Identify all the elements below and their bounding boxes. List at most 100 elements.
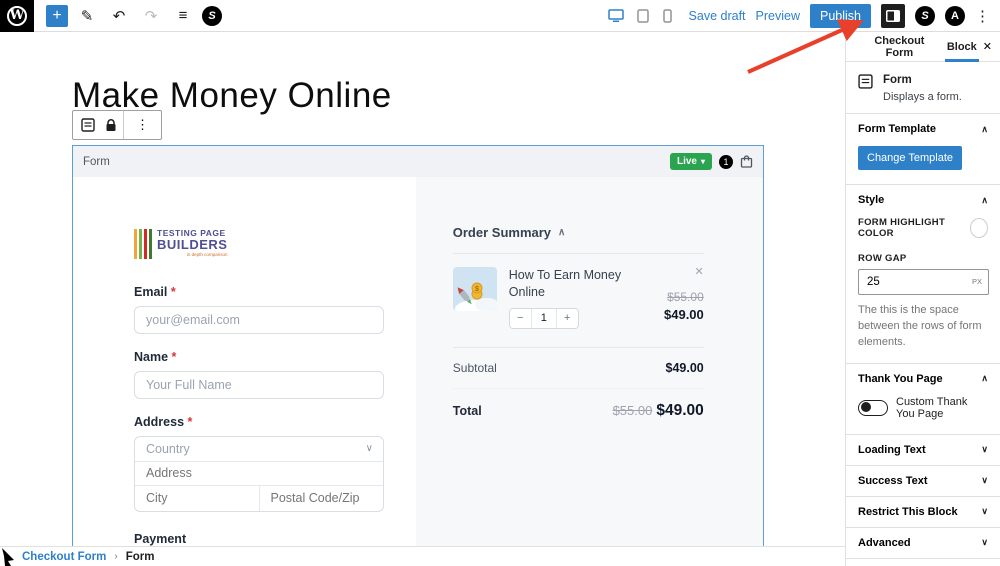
chevron-up-icon: ∧	[981, 194, 988, 205]
row-gap-label: ROW GAP	[858, 253, 907, 264]
quantity-stepper: − 1 +	[508, 307, 579, 329]
section-advanced[interactable]: Advanced ∨	[846, 528, 1000, 558]
required-asterisk: *	[187, 415, 193, 429]
options-menu-icon[interactable]: ⋮	[975, 7, 990, 25]
remove-item-icon[interactable]: ✕	[695, 265, 704, 278]
tab-block[interactable]: Block	[941, 32, 983, 62]
form-block-icon	[858, 74, 873, 103]
chevron-up-icon: ∧	[558, 227, 566, 238]
settings-sidebar-toggle[interactable]	[881, 3, 905, 28]
highlight-color-swatch[interactable]	[969, 218, 988, 238]
chevron-down-icon: ▾	[700, 157, 705, 166]
surecart-settings-icon[interactable]: S	[915, 5, 935, 26]
total-row: Total $55.00 $49.00	[453, 402, 704, 420]
country-select[interactable]: Country ∨	[135, 437, 383, 462]
product-thumbnail: $	[452, 267, 497, 311]
block-card-title: Form	[883, 74, 912, 86]
save-draft-button[interactable]: Save draft	[689, 9, 746, 23]
chevron-up-icon: ∧	[981, 373, 988, 384]
row-gap-input[interactable]	[858, 269, 989, 295]
astra-settings-icon[interactable]: A	[945, 5, 965, 26]
editor-canvas: Make Money Online ⋮ Form Live ▾ 1 TESTIN…	[0, 32, 845, 546]
order-summary-column: Order Summary ∧ $ How To Earn Money Onli…	[415, 177, 763, 546]
address-label: Address *	[134, 415, 193, 429]
change-template-button[interactable]: Change Template	[858, 146, 963, 170]
logo-line2: BUILDERS	[157, 236, 228, 252]
price-current: $49.00	[664, 307, 704, 322]
section-loading-text[interactable]: Loading Text ∨	[846, 435, 1000, 465]
divider	[452, 253, 704, 254]
product-name: How To Earn Money Online	[508, 268, 622, 299]
email-field[interactable]	[134, 306, 384, 334]
required-asterisk: *	[171, 350, 177, 364]
quantity-increase-button[interactable]: +	[556, 308, 578, 328]
form-block[interactable]: Form Live ▾ 1 TESTING PAGE BUILDERS in d…	[72, 145, 764, 546]
cart-icon[interactable]	[740, 155, 753, 168]
total-label: Total	[452, 403, 482, 418]
chevron-down-icon: ∨	[981, 506, 988, 517]
block-inserter-button[interactable]: +	[46, 4, 68, 27]
subtotal-value: $49.00	[665, 360, 704, 375]
postal-code-field[interactable]	[259, 486, 383, 511]
subtotal-row: Subtotal $49.00	[453, 361, 704, 375]
custom-thank-you-toggle[interactable]	[858, 399, 888, 416]
publish-button[interactable]: Publish	[810, 3, 871, 28]
city-field[interactable]	[135, 486, 259, 511]
list-view-icon[interactable]: ≡	[170, 3, 196, 29]
form-block-icon[interactable]	[79, 114, 97, 136]
block-toolbar: ⋮	[72, 110, 162, 140]
section-style[interactable]: Style ∧	[846, 185, 1000, 215]
payment-label: Payment	[134, 531, 187, 546]
row-gap-help-text: The this is the space between the rows o…	[858, 304, 982, 348]
total-original: $55.00	[612, 402, 653, 418]
address-group: Country ∨	[134, 436, 384, 512]
logo-tagline: in depth comparison	[186, 251, 228, 257]
divider	[452, 387, 704, 389]
chevron-down-icon: ∨	[365, 443, 373, 455]
section-restrict-block[interactable]: Restrict This Block ∨	[846, 497, 1000, 527]
custom-thank-you-label: Custom Thank You Page	[896, 395, 968, 420]
address-line-field[interactable]	[135, 461, 383, 485]
tab-checkout-form[interactable]: Checkout Form	[858, 32, 941, 62]
subtotal-label: Subtotal	[452, 360, 497, 375]
mobile-preview-icon[interactable]	[661, 3, 675, 29]
chevron-down-icon: ∨	[981, 475, 988, 486]
section-success-text[interactable]: Success Text ∨	[846, 466, 1000, 496]
live-mode-dropdown[interactable]: Live ▾	[669, 153, 712, 170]
surecart-icon[interactable]: S	[202, 5, 222, 26]
quantity-decrease-button[interactable]: −	[509, 308, 531, 328]
wordpress-icon: W	[7, 5, 27, 26]
block-card: Form Displays a form.	[846, 62, 1000, 114]
close-icon[interactable]: ✕	[983, 40, 992, 53]
tablet-preview-icon[interactable]	[635, 3, 651, 29]
order-summary-toggle[interactable]: Order Summary ∧	[453, 225, 704, 240]
breadcrumb-separator: ›	[114, 551, 118, 562]
lock-icon[interactable]	[105, 118, 117, 132]
section-thank-you-page[interactable]: Thank You Page ∧	[846, 364, 1000, 394]
block-options-icon[interactable]: ⋮	[130, 117, 155, 133]
form-block-header: Form Live ▾ 1	[73, 146, 763, 177]
chevron-down-icon: ∨	[981, 537, 988, 548]
preview-button[interactable]: Preview	[756, 9, 800, 23]
redo-icon: ↷	[138, 3, 164, 29]
undo-icon[interactable]: ↶	[106, 3, 132, 29]
price-original: $55.00	[667, 290, 704, 304]
required-asterisk: *	[170, 285, 176, 299]
desktop-preview-icon[interactable]	[607, 3, 625, 29]
form-block-label: Form	[83, 155, 110, 168]
checkout-fields-column: TESTING PAGE BUILDERS in depth compariso…	[73, 177, 416, 546]
cart-count-badge: 1	[719, 154, 733, 169]
wordpress-logo[interactable]: W	[0, 0, 34, 32]
total-value: $49.00	[656, 401, 704, 419]
chevron-up-icon: ∧	[981, 123, 988, 134]
section-form-template[interactable]: Form Template ∧	[846, 114, 1000, 144]
name-field[interactable]	[134, 371, 384, 399]
tools-pencil-icon[interactable]: ✎	[74, 3, 100, 29]
name-label: Name *	[134, 350, 177, 364]
email-label: Email *	[134, 285, 176, 299]
breadcrumb-form[interactable]: Form	[126, 551, 155, 563]
breadcrumb-checkout-form[interactable]: Checkout Form	[22, 551, 106, 563]
divider	[452, 346, 704, 348]
store-logo: TESTING PAGE BUILDERS in depth compariso…	[134, 229, 416, 259]
line-item: $ How To Earn Money Online − 1 + ✕ $55.0…	[452, 265, 704, 329]
